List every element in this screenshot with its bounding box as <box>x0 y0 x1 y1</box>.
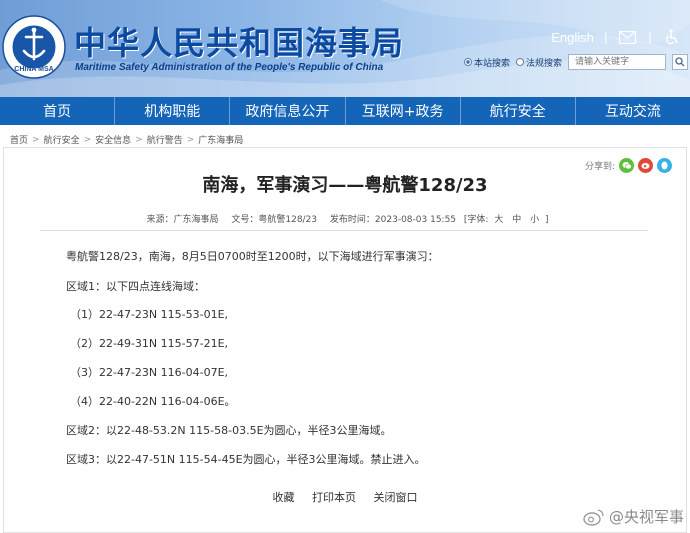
font-size-label: [字体: <box>463 215 489 225</box>
article-paragraph: （4）22-40-22N 116-04-06E。 <box>70 395 236 408</box>
nav-item-gov-info[interactable]: 政府信息公开 <box>230 97 346 125</box>
watermark: @央视军事 <box>583 506 684 527</box>
site-subtitle: Maritime Safety Administration of the Pe… <box>75 62 384 73</box>
site-title: 中华人民共和国海事局 <box>74 24 405 62</box>
english-link[interactable]: English <box>551 30 594 45</box>
breadcrumb-separator: > <box>186 134 195 145</box>
weibo-watermark-icon <box>583 508 604 526</box>
close-window-link[interactable]: 关闭窗口 <box>374 491 418 504</box>
article-paragraph: 区域2：以22-48-53.2N 115-58-03.5E为圆心，半径3公里海域… <box>66 424 392 437</box>
search-icon <box>675 57 685 67</box>
site-header: CHINA MSA 中华人民共和国海事局 Maritime Safety Adm… <box>0 0 690 97</box>
radio-law-search-dot[interactable] <box>515 58 524 66</box>
article-paragraph: 粤航警128/23，南海，8月5日0700时至1200时，以下海域进行军事演习： <box>66 250 439 263</box>
main-nav: 首页 机构职能 政府信息公开 互联网+政务 航行安全 互动交流 <box>0 97 690 125</box>
meta-published: 发布时间：2023-08-03 15:55 <box>329 215 457 225</box>
breadcrumb-separator: > <box>32 134 40 145</box>
watermark-text: @央视军事 <box>608 508 684 526</box>
nav-item-functions[interactable]: 机构职能 <box>115 97 231 125</box>
nav-item-internet-gov[interactable]: 互联网+政务 <box>346 97 461 125</box>
article-paragraph: （1）22-47-23N 115-53-01E, <box>70 308 229 321</box>
nav-item-navigation-safety[interactable]: 航行安全 <box>461 97 576 125</box>
article-footer-links: 收藏 打印本页 关闭窗口 <box>0 489 690 505</box>
search-button[interactable] <box>672 54 688 70</box>
font-size-medium[interactable]: 中 <box>512 215 521 225</box>
font-size-small[interactable]: 小 <box>530 215 539 225</box>
article-meta: 来源：广东海事局 文号：粤航警128/23 发布时间：2023-08-03 15… <box>0 212 690 225</box>
breadcrumb-safety-info[interactable]: 安全信息 <box>95 133 131 146</box>
font-size-close: ] <box>545 215 549 225</box>
article-paragraph: 区域1：以下四点连线海域： <box>66 280 205 293</box>
breadcrumb: 首页 > 航行安全 > 安全信息 > 航行警告 > 广东海事局 <box>10 133 243 147</box>
radio-site-search-dot[interactable] <box>463 58 472 66</box>
title-divider <box>40 230 648 231</box>
meta-doc-number: 文号：粤航警128/23 <box>231 215 318 225</box>
breadcrumb-nav-warning[interactable]: 航行警告 <box>147 133 183 146</box>
radio-law-search[interactable]: 法规搜索 <box>515 56 562 69</box>
favorite-link[interactable]: 收藏 <box>273 491 295 504</box>
breadcrumb-separator: > <box>83 134 92 145</box>
search-bar: 本站搜索 法规搜索 <box>463 54 688 70</box>
article-title: 南海，军事演习——粤航警128/23 <box>202 175 488 196</box>
article-paragraph: （2）22-49-31N 115-57-21E, <box>70 337 229 350</box>
radio-site-search[interactable]: 本站搜索 <box>463 56 510 69</box>
article-paragraph: （3）22-47-23N 116-04-07E, <box>70 366 229 379</box>
mail-icon[interactable] <box>618 28 638 46</box>
breadcrumb-home[interactable]: 首页 <box>10 133 28 146</box>
meta-source: 来源：广东海事局 <box>146 215 219 225</box>
breadcrumb-guangdong[interactable]: 广东海事局 <box>198 133 243 146</box>
nav-item-interaction[interactable]: 互动交流 <box>576 97 690 125</box>
search-input[interactable] <box>568 54 666 70</box>
breadcrumb-separator: > <box>135 134 143 145</box>
accessibility-icon[interactable] <box>662 28 682 46</box>
breadcrumb-navigation-safety[interactable]: 航行安全 <box>44 133 80 146</box>
top-tools: English | | <box>551 28 682 46</box>
article-paragraph: 区域3：以22-47-51N 115-54-45E为圆心，半径3公里海域。禁止进… <box>66 453 426 466</box>
nav-item-home[interactable]: 首页 <box>0 97 116 125</box>
logo-caption: CHINA MSA <box>14 66 54 73</box>
font-size-large[interactable]: 大 <box>494 215 503 225</box>
print-link[interactable]: 打印本页 <box>312 491 356 504</box>
